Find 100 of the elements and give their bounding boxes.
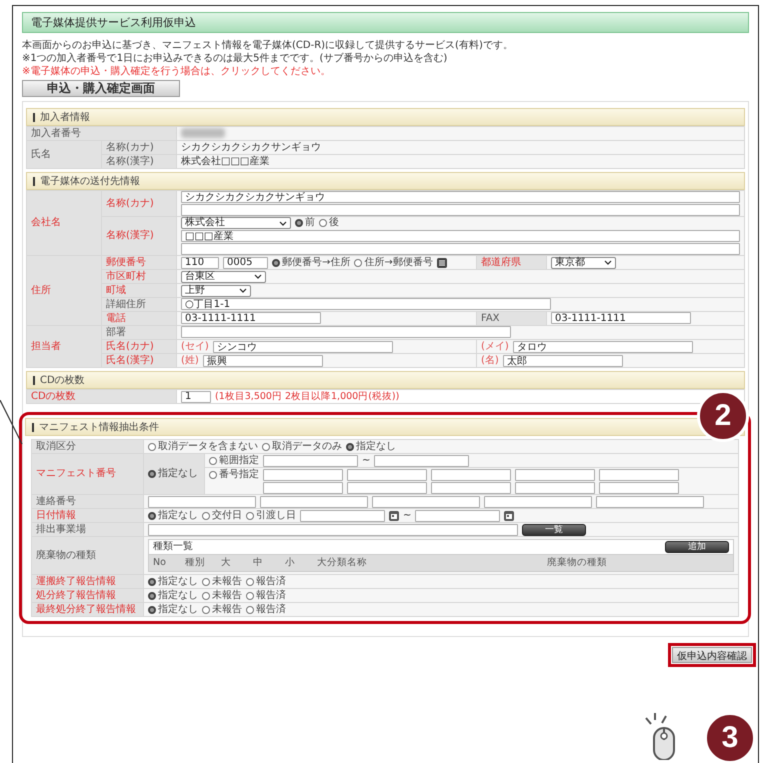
redacted-mark xyxy=(181,128,225,138)
radio-option[interactable]: 指定なし xyxy=(346,440,396,452)
radio-option[interactable]: 未報告 xyxy=(202,576,242,588)
text-field[interactable] xyxy=(181,243,740,255)
date-field[interactable] xyxy=(415,510,500,522)
field-label: 氏名 xyxy=(26,140,102,168)
radio-option[interactable]: 交付日 xyxy=(202,510,242,522)
text-field[interactable]: シンコウ xyxy=(212,340,393,352)
price-note: (1枚目3,500円 2枚目以降1,000円(税抜)) xyxy=(215,390,400,402)
section-title: 加入者情報 xyxy=(40,110,90,124)
dropdown[interactable]: 東京都 xyxy=(551,256,616,268)
field-label: 名称(カナ) xyxy=(102,140,176,154)
field-label: 処分終了報告情報 xyxy=(32,588,144,602)
text-field[interactable] xyxy=(599,482,679,494)
column-header: 廃棄物の種類 xyxy=(547,557,608,569)
notice-text: ※電子媒体の申込・購入確定を行う場合は、クリックしてください。 xyxy=(22,65,332,78)
text-field[interactable] xyxy=(596,496,704,508)
radio-option[interactable]: 報告済 xyxy=(246,590,286,602)
field-label: (姓) xyxy=(181,354,199,366)
radio-option[interactable]: 指定なし xyxy=(148,604,198,616)
leader-line xyxy=(0,400,24,446)
field-label: 都道府県 xyxy=(476,256,546,270)
dropdown[interactable]: 株式会社 xyxy=(181,217,291,229)
confirm-button[interactable]: 仮申込内容確認 xyxy=(672,647,752,663)
text-field[interactable] xyxy=(347,482,427,494)
field-label: 廃棄物の種類 xyxy=(32,536,144,574)
text-field[interactable] xyxy=(515,468,595,480)
field-label: マニフェスト番号 xyxy=(32,454,144,494)
radio-option[interactable]: 未報告 xyxy=(202,590,242,602)
radio-option[interactable]: 引渡し日 xyxy=(246,510,296,522)
column-header: 種別 xyxy=(185,557,206,569)
text-field[interactable]: 03-1111-1111 xyxy=(551,312,691,324)
radio-option[interactable]: 後 xyxy=(319,217,339,229)
page-title: 電子媒体提供サービス利用仮申込 xyxy=(22,12,749,33)
add-button[interactable]: 追加 xyxy=(665,541,729,553)
text-field[interactable]: 1 xyxy=(181,390,211,402)
text-field[interactable] xyxy=(181,204,740,216)
radio-option[interactable]: 未報告 xyxy=(202,604,242,616)
radio-option[interactable]: 番号指定 xyxy=(209,468,259,480)
radio-option[interactable]: 取消データのみ xyxy=(262,440,342,452)
purchase-button[interactable]: 申込・購入確定画面 xyxy=(22,80,180,97)
text-field[interactable] xyxy=(374,454,470,466)
radio-option[interactable]: 指定なし xyxy=(148,576,198,588)
dropdown[interactable]: 台東区 xyxy=(181,270,266,282)
list-icon[interactable] xyxy=(436,258,447,268)
dropdown[interactable]: 上野 xyxy=(181,284,251,296)
text-field[interactable] xyxy=(181,326,511,338)
list-button[interactable]: 一覧 xyxy=(522,524,586,536)
radio-option[interactable]: 取消データを含まない xyxy=(148,440,258,452)
text-field[interactable]: タロウ xyxy=(512,340,693,352)
text-field[interactable] xyxy=(148,496,256,508)
field-label: 排出事業場 xyxy=(32,522,144,536)
caret-icon xyxy=(239,288,247,293)
date-field[interactable] xyxy=(300,510,385,522)
text-field[interactable] xyxy=(263,482,343,494)
text-field[interactable]: シカクシカクシカクサンギョウ xyxy=(181,191,740,203)
field-label: 住所 xyxy=(26,256,102,326)
field-label: 町域 xyxy=(102,284,176,298)
column-header: 大分類名称 xyxy=(317,557,368,569)
text-field[interactable] xyxy=(484,496,592,508)
radio-option[interactable]: 範囲指定 xyxy=(209,454,259,466)
text-field[interactable] xyxy=(599,468,679,480)
radio-option[interactable]: 指定なし xyxy=(148,510,198,522)
field-label: 市区町村 xyxy=(102,270,176,284)
radio-option[interactable]: 報告済 xyxy=(246,576,286,588)
column-header: 小 xyxy=(285,557,296,569)
radio-option[interactable]: 報告済 xyxy=(246,604,286,616)
text-field[interactable]: 03-1111-1111 xyxy=(181,312,321,324)
radio-option[interactable]: 郵便番号→住所 xyxy=(272,256,350,268)
range-separator: ~ xyxy=(403,510,412,522)
field-label: 詳細住所 xyxy=(102,298,176,312)
text-field[interactable]: 0005 xyxy=(223,256,268,268)
field-label: 運搬終了報告情報 xyxy=(32,574,144,588)
caret-icon xyxy=(604,260,612,265)
radio-option[interactable]: 前 xyxy=(295,217,315,229)
text-field[interactable] xyxy=(372,496,480,508)
caret-icon xyxy=(279,220,287,226)
range-separator: ~ xyxy=(362,454,370,466)
radio-option[interactable]: 指定なし xyxy=(148,590,198,602)
text-field[interactable] xyxy=(260,496,368,508)
radio-option[interactable]: 住所→郵便番号 xyxy=(354,256,433,268)
text-field[interactable]: 110 xyxy=(181,256,219,268)
text-field[interactable] xyxy=(515,482,595,494)
text-field[interactable] xyxy=(263,454,358,466)
intro-text: 本画面からのお申込に基づき、マニフェスト情報を電子媒体(CD-R)に収録して提供するサービス(有料)です。 xyxy=(22,39,514,52)
text-field[interactable] xyxy=(263,468,343,480)
text-field[interactable]: 振興 xyxy=(202,354,323,366)
caret-icon xyxy=(254,274,262,279)
text-field[interactable]: ○丁目1-1 xyxy=(181,298,551,310)
field-label: 連絡番号 xyxy=(32,494,144,508)
field-label: FAX xyxy=(476,312,546,326)
text-field[interactable] xyxy=(347,468,427,480)
field-label: 日付情報 xyxy=(32,508,144,522)
field-label: 会社名 xyxy=(26,190,102,256)
field-label: 取消区分 xyxy=(32,440,144,454)
text-field[interactable] xyxy=(431,482,511,494)
text-field[interactable] xyxy=(431,468,511,480)
text-field[interactable] xyxy=(148,524,518,536)
section-title: 電子媒体の送付先情報 xyxy=(40,174,140,188)
field-label: 氏名(漢字) xyxy=(102,354,176,368)
